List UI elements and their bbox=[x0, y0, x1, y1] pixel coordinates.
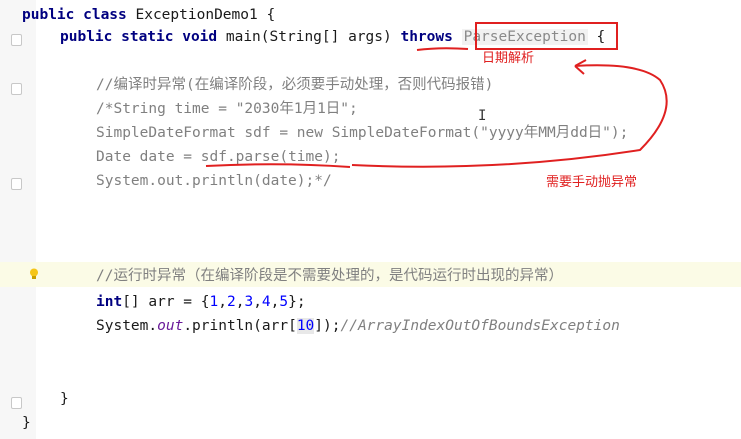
annotation-underline-throws bbox=[416, 47, 469, 51]
arrow-head-icon bbox=[574, 59, 587, 75]
annotation-overlay bbox=[205, 22, 668, 168]
annotation-box bbox=[475, 22, 618, 50]
annotation-underline-parse bbox=[205, 163, 351, 168]
annotation-arrow-path bbox=[351, 64, 668, 168]
